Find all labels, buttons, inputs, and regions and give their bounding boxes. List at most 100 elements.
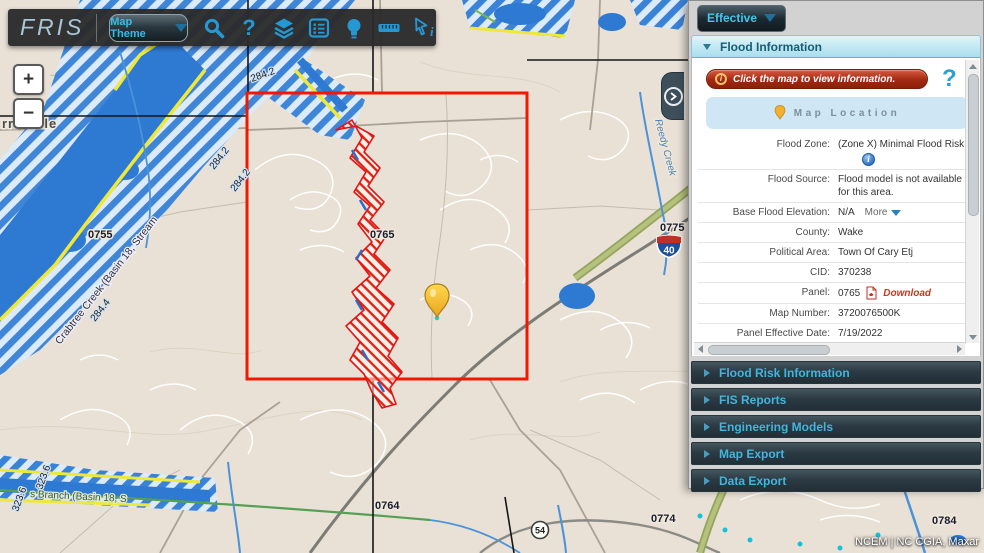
chevron-down-icon (175, 24, 187, 32)
help-button[interactable]: ? (942, 69, 957, 89)
field-row-flood-zone: Flood Zone: (Zone X) Minimal Flood Risk … (698, 135, 966, 170)
field-label: Flood Source: (698, 173, 838, 199)
chevron-right-icon (704, 396, 710, 404)
svg-text:54: 54 (535, 526, 545, 536)
effective-label: Effective (707, 11, 757, 25)
field-value: 3720076500K (838, 307, 966, 320)
accordion-list: Flood Risk Information FIS Reports Engin… (689, 361, 983, 492)
chevron-down-icon (891, 210, 901, 216)
field-row-political-area: Political Area: Town Of Cary Etj (698, 243, 966, 263)
accordion-flood-risk-information[interactable]: Flood Risk Information (691, 361, 981, 384)
app-window: 40 54 rrisville Crabtree Creek (Basin 18… (0, 0, 984, 553)
route-shield: 54 (532, 522, 549, 539)
field-row-map-number: Map Number: 3720076500K (698, 304, 966, 324)
field-label: Map Number: (698, 307, 838, 320)
field-row-bfe: Base Flood Elevation: N/A More (698, 203, 966, 223)
field-value: 0765 Download (838, 286, 966, 300)
accordion-data-export[interactable]: Data Export (691, 469, 981, 492)
firm-panel-label: 0755 (88, 229, 112, 241)
field-row-effective-date: Panel Effective Date: 7/19/2022 (698, 324, 966, 344)
firm-panel-label: 0775 (660, 222, 684, 234)
more-dropdown[interactable]: More (865, 206, 902, 219)
field-label: Flood Zone: (698, 138, 838, 166)
horizontal-scrollbar[interactable] (694, 342, 965, 355)
search-icon[interactable] (202, 16, 226, 40)
field-row-county: County: Wake (698, 223, 966, 243)
field-rows: Flood Zone: (Zone X) Minimal Flood Risk … (698, 135, 966, 344)
zoom-in-button[interactable]: + (13, 64, 44, 95)
flood-information-header[interactable]: Flood Information (691, 35, 981, 58)
map-location-label: Map Location (794, 108, 900, 119)
scroll-down-arrow[interactable] (966, 331, 979, 343)
panel-collapse-tab[interactable] (661, 72, 684, 120)
side-panel: Effective Flood Information i Click the … (688, 0, 984, 489)
field-label: Base Flood Elevation: (698, 206, 838, 219)
field-value: Town Of Cary Etj (838, 246, 966, 259)
field-value: Wake (838, 226, 966, 239)
field-label: Panel Effective Date: (698, 327, 838, 340)
chevron-right-icon (704, 423, 710, 431)
field-row-flood-source: Flood Source: Flood model is not availab… (698, 170, 966, 203)
download-link[interactable]: Download (883, 287, 931, 300)
scrollbar-thumb[interactable] (968, 74, 979, 216)
svg-text:40: 40 (663, 246, 675, 257)
info-icon[interactable]: i (862, 153, 875, 166)
svg-text:i: i (430, 24, 434, 39)
field-value: (Zone X) Minimal Flood Risk i (838, 138, 966, 166)
svg-text:?: ? (242, 16, 255, 40)
firm-panel-label: 0784 (932, 515, 957, 527)
chevron-down-icon (703, 44, 711, 50)
zoom-controls: + − (13, 64, 44, 129)
main-toolbar: FRIS Map Theme ? (8, 9, 436, 46)
field-value: N/A More (838, 206, 966, 219)
field-row-cid: CID: 370238 (698, 263, 966, 283)
help-icon[interactable]: ? (237, 16, 261, 40)
instruction-banner: i Click the map to view information. (706, 69, 928, 89)
field-label: Political Area: (698, 246, 838, 259)
banner-text: Click the map to view information. (733, 74, 895, 85)
flood-information-content: i Click the map to view information. ? M… (691, 58, 981, 356)
accordion-engineering-models[interactable]: Engineering Models (691, 415, 981, 438)
chevron-right-icon (704, 369, 710, 377)
map-pin-icon (774, 105, 786, 121)
vertical-scrollbar[interactable] (965, 60, 979, 343)
field-value: 370238 (838, 266, 966, 279)
field-value: 7/19/2022 (838, 327, 966, 340)
map-theme-label: Map Theme (110, 16, 169, 40)
scroll-left-arrow[interactable] (694, 343, 706, 355)
measure-icon[interactable] (377, 16, 401, 40)
field-label: CID: (698, 266, 838, 279)
layers-icon[interactable] (272, 16, 296, 40)
highlight-icon[interactable] (342, 16, 366, 40)
firm-panel-label: 0764 (375, 500, 400, 512)
effective-dropdown[interactable]: Effective (697, 5, 786, 32)
field-label: Panel: (698, 286, 838, 300)
identify-icon[interactable]: i (412, 16, 436, 40)
field-value: Flood model is not available for this ar… (838, 173, 966, 199)
firm-panel-label: 0774 (651, 513, 676, 525)
field-row-panel: Panel: 0765 Download (698, 283, 966, 304)
legend-icon[interactable] (307, 16, 331, 40)
flood-information-title: Flood Information (720, 40, 822, 54)
accordion-map-export[interactable]: Map Export (691, 442, 981, 465)
pdf-icon[interactable] (865, 286, 878, 300)
accordion-fis-reports[interactable]: FIS Reports (691, 388, 981, 411)
field-label: County: (698, 226, 838, 239)
chevron-down-icon (764, 14, 776, 22)
firm-panel-label: 0765 (370, 229, 394, 241)
toolbar-icons: ? i (202, 16, 436, 40)
app-logo: FRIS (20, 14, 84, 41)
info-icon: i (715, 73, 727, 85)
toolbar-divider (96, 14, 97, 42)
zoom-out-button[interactable]: − (13, 98, 44, 129)
scrollbar-thumb[interactable] (708, 345, 830, 355)
map-theme-button[interactable]: Map Theme (109, 14, 188, 42)
chevron-right-icon (704, 477, 710, 485)
chevron-right-icon (664, 87, 683, 106)
map-attribution: NCEM | NC CGIA, Maxar (855, 536, 979, 548)
chevron-right-icon (704, 450, 710, 458)
scroll-right-arrow[interactable] (953, 343, 965, 355)
scroll-up-arrow[interactable] (966, 60, 979, 72)
map-location-header: Map Location (706, 97, 968, 129)
mode-row: Effective (689, 1, 983, 35)
